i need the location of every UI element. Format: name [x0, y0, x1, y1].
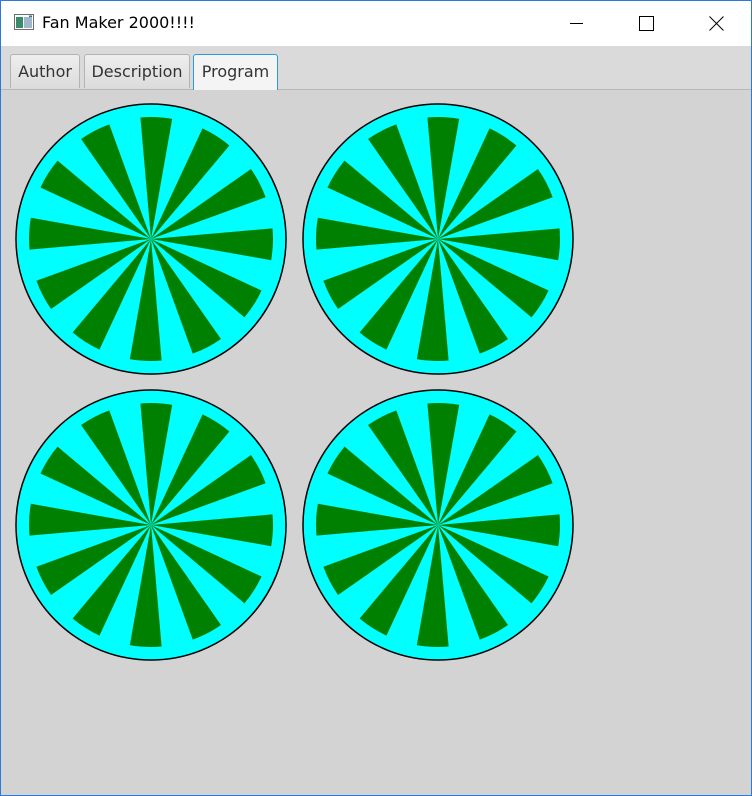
fan-2	[302, 103, 574, 375]
minimize-button[interactable]	[553, 1, 599, 46]
fan-4	[302, 389, 574, 661]
tab-bar: Author Description Program	[1, 46, 751, 90]
maximize-icon	[639, 16, 654, 31]
tab-program[interactable]: Program	[193, 54, 278, 90]
close-icon	[709, 16, 724, 31]
maximize-button[interactable]	[623, 1, 669, 46]
window-title: Fan Maker 2000!!!!	[42, 13, 195, 32]
fan-1	[15, 103, 287, 375]
close-button[interactable]	[693, 1, 739, 46]
program-canvas	[1, 90, 751, 795]
minimize-icon	[570, 23, 583, 24]
tab-author[interactable]: Author	[10, 54, 80, 88]
app-window-icon	[14, 14, 34, 30]
title-bar[interactable]: Fan Maker 2000!!!!	[1, 1, 751, 46]
fan-3	[15, 389, 287, 661]
app-window: Fan Maker 2000!!!! Author Description Pr…	[0, 0, 752, 796]
tab-description[interactable]: Description	[84, 54, 190, 88]
fans-drawing	[15, 103, 574, 661]
